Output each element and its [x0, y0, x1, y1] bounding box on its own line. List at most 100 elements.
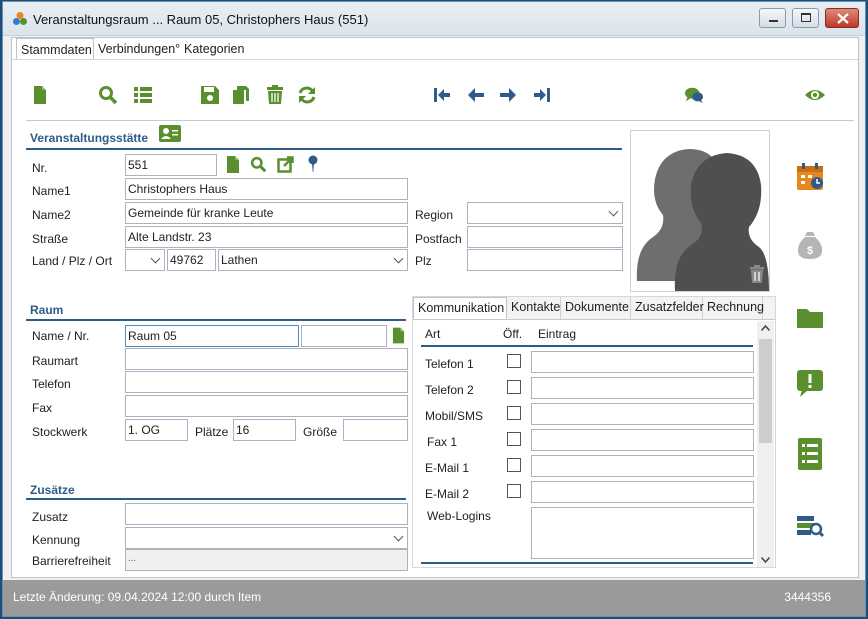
col-art-header: Art [425, 327, 441, 341]
delete-icon[interactable] [265, 85, 285, 105]
name2-label: Name2 [32, 208, 71, 222]
external-link-icon[interactable] [277, 156, 294, 173]
nr-field[interactable]: 551 [125, 154, 217, 176]
floor-field[interactable]: 1. OG [125, 419, 188, 441]
size-label: Größe [303, 425, 338, 439]
maximize-button[interactable] [792, 8, 819, 28]
plz-field[interactable] [467, 249, 623, 271]
name1-label: Name1 [32, 184, 71, 198]
document-icon[interactable] [226, 156, 240, 173]
calendar-icon[interactable] [796, 162, 824, 192]
size-field[interactable] [343, 419, 408, 441]
region-label: Region [415, 208, 454, 222]
close-icon [837, 13, 849, 24]
public-checkbox[interactable] [507, 484, 521, 498]
postfach-field[interactable] [467, 226, 623, 248]
checklist-icon[interactable] [796, 436, 824, 472]
status-bar: Letzte Änderung: 09.04.2024 12:00 durch … [3, 580, 865, 616]
public-checkbox[interactable] [507, 432, 521, 446]
city-select[interactable]: Lathen [218, 249, 408, 271]
tab-kategorien[interactable]: Kategorien [180, 38, 250, 60]
lookup-search-icon[interactable] [250, 156, 267, 173]
comm-entry-field[interactable] [531, 351, 754, 373]
toolbar-separator [26, 120, 854, 121]
svg-text:$: $ [807, 245, 813, 257]
tab-kontakte[interactable]: Kontakte [507, 297, 561, 319]
scrollbar-thumb[interactable] [759, 339, 772, 443]
zip-field[interactable]: 49762 [167, 249, 216, 271]
alert-message-icon[interactable] [796, 368, 824, 398]
comm-bottom-line [421, 562, 753, 564]
public-checkbox[interactable] [507, 406, 521, 420]
comm-entry-field[interactable] [531, 481, 754, 503]
tab-verbindungen[interactable]: Verbindungen° [94, 38, 184, 60]
postfach-label: Postfach [415, 232, 462, 246]
comm-entry-field[interactable] [531, 455, 754, 477]
public-checkbox[interactable] [507, 380, 521, 394]
room-type-label: Raumart [32, 354, 79, 368]
title-bar[interactable]: Veranstaltungsraum ... Raum 05, Christop… [3, 2, 865, 36]
room-type-field[interactable] [125, 348, 408, 370]
room-name-label: Name / Nr. [32, 329, 90, 343]
comm-row-label: Mobil/SMS [425, 409, 484, 423]
tab-rechnung[interactable]: Rechnung [703, 297, 764, 319]
next-record-icon[interactable] [498, 85, 518, 105]
street-field[interactable]: Alte Landstr. 23 [125, 226, 408, 248]
public-checkbox[interactable] [507, 458, 521, 472]
weblogins-field[interactable] [531, 507, 754, 559]
tab-zusatzfelder[interactable]: Zusatzfelder [631, 297, 704, 319]
region-select[interactable] [467, 202, 623, 224]
search-icon[interactable] [98, 85, 118, 105]
comm-header-line [421, 345, 753, 347]
comm-scrollbar[interactable] [757, 321, 774, 567]
tab-divider [12, 59, 858, 60]
country-select[interactable] [125, 249, 165, 271]
nr-label: Nr. [32, 161, 48, 175]
close-button[interactable] [825, 8, 859, 28]
kennung-label: Kennung [32, 533, 81, 547]
weblogins-label: Web-Logins [427, 509, 491, 523]
new-document-icon[interactable] [30, 85, 50, 105]
tab-dokumente[interactable]: Dokumente [561, 297, 631, 319]
comm-row-label: Telefon 1 [425, 357, 474, 371]
refresh-icon[interactable] [297, 85, 317, 105]
minimize-button[interactable] [759, 8, 786, 28]
save-icon[interactable] [200, 85, 220, 105]
barrier-field[interactable]: ... [125, 549, 408, 571]
list-icon[interactable] [133, 85, 153, 105]
tab-kommunikation[interactable]: Kommunikation [413, 297, 507, 319]
search-records-icon[interactable] [796, 510, 824, 540]
view-icon[interactable] [804, 85, 826, 105]
chat-icon[interactable] [684, 85, 704, 105]
contact-card-icon[interactable] [159, 125, 181, 142]
room-name-field[interactable]: Raum 05 [125, 325, 299, 347]
kennung-select[interactable] [125, 527, 408, 549]
street-label: Straße [32, 232, 69, 246]
tab-stammdaten[interactable]: Stammdaten [16, 38, 94, 60]
copy-icon[interactable] [231, 85, 251, 105]
name1-field[interactable]: Christophers Haus [125, 178, 408, 200]
zusatz-field[interactable] [125, 503, 408, 525]
map-pin-icon[interactable] [308, 155, 318, 173]
room-fax-field[interactable] [125, 395, 408, 417]
first-record-icon[interactable] [432, 85, 452, 105]
previous-record-icon[interactable] [466, 85, 486, 105]
name2-field[interactable]: Gemeinde für kranke Leute [125, 202, 408, 224]
comm-entry-field[interactable] [531, 429, 754, 451]
room-phone-field[interactable] [125, 371, 408, 393]
country-zip-city-label: Land / Plz / Ort [32, 254, 113, 268]
money-bag-icon[interactable]: $ [796, 230, 824, 260]
scroll-up-icon[interactable] [761, 325, 770, 331]
delete-photo-icon[interactable] [749, 265, 765, 283]
room-nr-field[interactable] [301, 325, 387, 347]
comm-entry-field[interactable] [531, 377, 754, 399]
folder-icon[interactable] [796, 302, 824, 332]
photo-placeholder[interactable] [630, 130, 770, 292]
room-document-icon[interactable] [392, 327, 405, 344]
scroll-down-icon[interactable] [761, 557, 770, 563]
seats-field[interactable]: 16 [233, 419, 296, 441]
plz-label: Plz [415, 254, 432, 268]
comm-entry-field[interactable] [531, 403, 754, 425]
public-checkbox[interactable] [507, 354, 521, 368]
last-record-icon[interactable] [532, 85, 552, 105]
